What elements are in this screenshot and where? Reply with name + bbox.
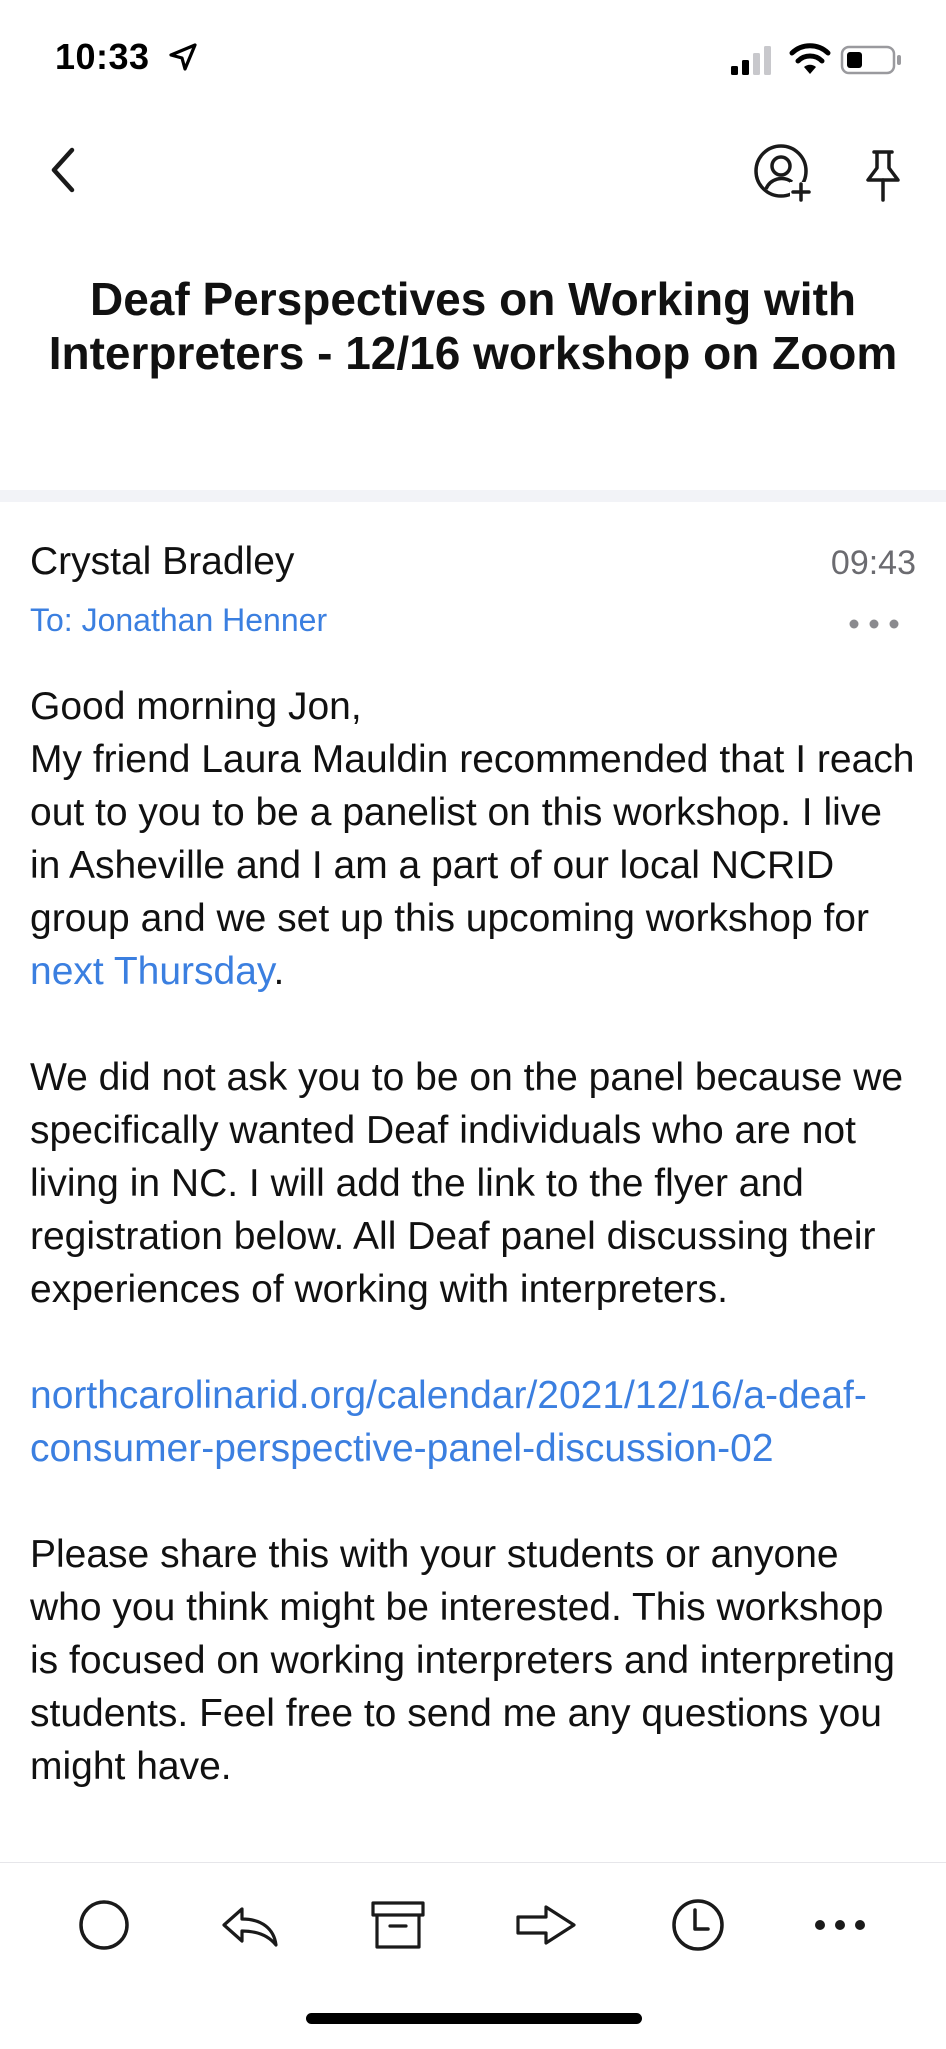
sender-name[interactable]: Crystal Bradley [30, 540, 294, 584]
wifi-icon [789, 43, 831, 74]
status-time: 10:33 [55, 36, 150, 77]
paragraph-1-text: My friend Laura Mauldin recommended that… [30, 738, 915, 940]
home-indicator [306, 2013, 642, 2024]
recipient-line[interactable]: To: Jonathan Henner [30, 602, 327, 639]
body-link-paragraph: northcarolinarid.org/calendar/2021/12/16… [30, 1369, 916, 1475]
date-link[interactable]: next Thursday [30, 950, 274, 993]
body-paragraph-2: We did not ask you to be on the panel be… [30, 1056, 904, 1311]
email-subject: Deaf Perspectives on Working with Interp… [48, 273, 898, 379]
nav-bar [0, 120, 946, 220]
clock-icon[interactable] [666, 1893, 730, 1957]
forward-icon[interactable] [514, 1893, 578, 1957]
paragraph-1-end: . [273, 950, 285, 993]
status-bar: 10:33 [0, 0, 946, 120]
body-paragraph-3: Please share this with your students or … [30, 1533, 895, 1788]
email-body: Good morning Jon, My friend Laura Mauldi… [30, 680, 916, 1846]
received-time: 09:43 [830, 544, 916, 582]
body-paragraph-1: My friend Laura Mauldin recommended that… [30, 733, 916, 998]
battery-icon [840, 45, 901, 75]
header-divider [0, 490, 946, 502]
more-options-icon[interactable] [846, 612, 902, 636]
bottom-toolbar [0, 1862, 946, 2049]
reply-icon[interactable] [218, 1893, 282, 1957]
registration-link[interactable]: northcarolinarid.org/calendar/2021/12/16… [30, 1374, 867, 1470]
cellular-signal-icon [731, 46, 771, 75]
add-person-icon[interactable] [752, 142, 814, 204]
circle-icon[interactable] [72, 1893, 136, 1957]
chevron-left-icon[interactable] [40, 140, 90, 200]
pin-icon[interactable] [858, 144, 908, 204]
greeting: Good morning Jon, [30, 685, 362, 728]
location-arrow-icon [169, 43, 197, 71]
more-icon[interactable] [808, 1893, 872, 1957]
archive-icon[interactable] [366, 1893, 430, 1957]
